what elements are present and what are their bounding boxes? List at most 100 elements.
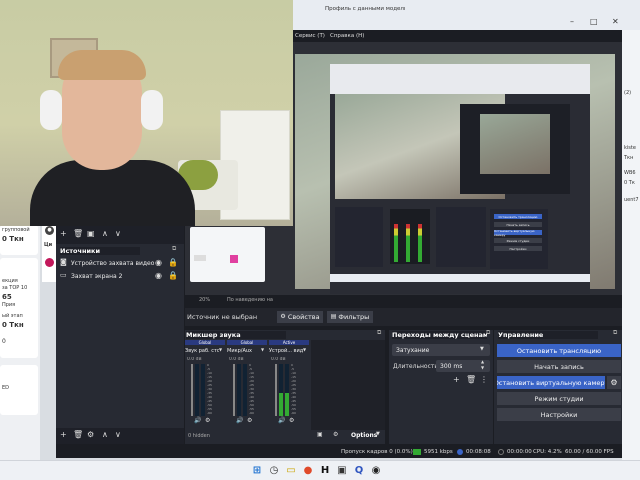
properties-button[interactable]: ⚙ Свойства bbox=[277, 311, 323, 323]
speaker-icon[interactable]: 🔊 bbox=[278, 418, 285, 424]
meter-track bbox=[201, 364, 205, 416]
no-source-label: Источник не выбран bbox=[187, 313, 258, 321]
eye-icon[interactable]: ◉ bbox=[155, 259, 162, 267]
dock-icon[interactable]: ⧉ bbox=[172, 246, 176, 252]
item-label: Ци bbox=[44, 242, 53, 248]
meter-level bbox=[279, 393, 283, 416]
duration-input[interactable]: 300 ms ▲ ▼ bbox=[436, 360, 490, 372]
menu-tools[interactable]: Сервис (Т) bbox=[295, 33, 325, 39]
chevron-down-icon: ▼ bbox=[480, 346, 484, 352]
transition-select[interactable]: Затухание ▼ bbox=[392, 344, 490, 356]
volume-slider[interactable] bbox=[233, 364, 235, 416]
up-icon[interactable]: ∧ bbox=[102, 431, 108, 439]
gear-icon[interactable]: ⚙ bbox=[247, 418, 252, 424]
down-icon[interactable]: ∨ bbox=[115, 431, 121, 439]
filters-button[interactable]: ▤ Фильтры bbox=[327, 311, 373, 323]
source-item[interactable]: ◙ Устройство захвата видео ◉ 🔒 bbox=[57, 257, 183, 270]
clock-icon[interactable]: ◷ bbox=[267, 464, 281, 478]
volume-slider[interactable] bbox=[275, 364, 277, 416]
trash-icon[interactable]: 🗑 bbox=[466, 376, 476, 384]
trash-icon[interactable]: 🗑 bbox=[73, 230, 83, 238]
source-item[interactable]: ▭ Захват экрана 2 ◉ 🔒 bbox=[57, 270, 183, 283]
list-item[interactable]: екция за TOP 10 65 Прия ый этап 0 Ткн 0 bbox=[0, 258, 38, 358]
volume-slider[interactable] bbox=[191, 364, 193, 416]
gear-icon[interactable]: ⚙ bbox=[205, 418, 210, 424]
more-icon[interactable]: ⋮ bbox=[480, 376, 488, 384]
channel-scope: Active bbox=[269, 340, 309, 345]
source-label: Устройство захвата видео bbox=[71, 260, 155, 267]
chevron-down-icon[interactable]: ▼ bbox=[261, 348, 264, 352]
transition-value: Затухание bbox=[396, 347, 430, 354]
trash-icon[interactable]: 🗑 bbox=[73, 431, 83, 439]
menu-help[interactable]: Справка (Н) bbox=[330, 33, 364, 39]
minimize-icon[interactable]: – bbox=[570, 18, 574, 26]
layout-icon[interactable]: ▣ bbox=[317, 432, 323, 438]
stream-icon bbox=[457, 449, 463, 455]
meter-track bbox=[243, 364, 247, 416]
gear-icon[interactable]: ⚙ bbox=[87, 431, 94, 439]
down-icon[interactable]: ∨ bbox=[115, 230, 121, 238]
nested-btn: Остановить виртуальную камеру bbox=[494, 229, 542, 237]
item-label: uent7 bbox=[624, 197, 639, 203]
nested-btn: Остановить трансляцию bbox=[494, 214, 542, 219]
stop-stream-button[interactable]: Остановить трансляцию bbox=[497, 344, 621, 357]
options-button[interactable]: Options bbox=[351, 432, 377, 439]
folder-icon[interactable]: ▭ bbox=[284, 464, 298, 478]
channel-name[interactable]: Микр/Aux bbox=[227, 348, 261, 354]
lock-icon[interactable]: 🔒 bbox=[168, 259, 178, 267]
browser-tab[interactable]: Профиль с данными модели Fr bbox=[325, 6, 405, 12]
meter-track bbox=[237, 364, 241, 416]
obs-icon[interactable]: ◉ bbox=[369, 464, 383, 478]
item-value: 0 Ткн bbox=[2, 321, 24, 329]
gear-icon[interactable]: ⚙ bbox=[289, 418, 294, 424]
windows-icon[interactable]: ⊞ bbox=[250, 464, 264, 478]
meter-track bbox=[195, 364, 199, 416]
yandex-icon[interactable]: ● bbox=[301, 464, 315, 478]
preview-mode[interactable]: По наведению на bbox=[227, 297, 273, 303]
add-icon[interactable]: + bbox=[453, 376, 460, 384]
spin-down-icon[interactable]: ▼ bbox=[481, 366, 484, 370]
channel-name[interactable]: Звук раб. стола bbox=[185, 348, 219, 354]
close-icon[interactable]: ✕ bbox=[612, 18, 619, 26]
add-icon[interactable]: + bbox=[60, 230, 67, 238]
zoom-level[interactable]: 20% bbox=[199, 297, 210, 303]
webcam-overlay bbox=[0, 0, 293, 226]
studio-mode-button[interactable]: Режим студии bbox=[497, 392, 621, 405]
meter-level bbox=[285, 393, 289, 416]
mixer-footer: 0 hidden ▣ ⚙ Options ▼ bbox=[185, 430, 385, 442]
app-icon[interactable]: ▣ bbox=[335, 464, 349, 478]
start-record-button[interactable]: Начать запись bbox=[497, 360, 621, 373]
headphone-left bbox=[40, 90, 62, 130]
spin-up-icon[interactable]: ▲ bbox=[481, 360, 484, 364]
maximize-icon[interactable]: □ bbox=[590, 18, 598, 26]
dock-icon[interactable]: ⧉ bbox=[377, 330, 381, 336]
speaker-icon[interactable]: 🔊 bbox=[236, 418, 243, 424]
chevron-down-icon[interactable]: ▼ bbox=[219, 348, 222, 352]
dock-icon[interactable]: ⧉ bbox=[613, 330, 617, 336]
duration-value: 300 ms bbox=[440, 363, 463, 370]
eye-icon[interactable]: ◉ bbox=[155, 272, 162, 280]
add-icon[interactable]: + bbox=[60, 431, 67, 439]
filter-icon[interactable]: ▣ bbox=[87, 230, 95, 238]
gear-icon[interactable]: ⚙ bbox=[333, 432, 338, 438]
chevron-down-icon[interactable]: ▼ bbox=[376, 432, 380, 437]
up-icon[interactable]: ∧ bbox=[102, 230, 108, 238]
settings-button[interactable]: Настройки bbox=[497, 408, 621, 421]
stop-virtualcam-button[interactable]: Остановить виртуальную камеру bbox=[497, 376, 605, 389]
channel-name[interactable]: Устрой... видео bbox=[269, 348, 303, 354]
channel-scope: Global bbox=[227, 340, 267, 345]
chevron-down-icon[interactable]: ▼ bbox=[303, 348, 306, 352]
mixer-empty bbox=[311, 340, 385, 430]
speaker-icon[interactable]: 🔊 bbox=[194, 418, 201, 424]
channel-db: 0.0 dB bbox=[187, 357, 202, 362]
q-icon[interactable]: Q bbox=[352, 464, 366, 478]
list-item[interactable]: ED bbox=[0, 365, 38, 415]
list-item[interactable]: групповой 0 Ткн bbox=[0, 225, 38, 255]
virtualcam-settings-button[interactable]: ⚙ bbox=[607, 376, 621, 389]
duration-label: Длительность bbox=[393, 363, 438, 370]
dropped-frames: Пропуск кадров 0 (0.0%) bbox=[341, 449, 413, 455]
dock-icon[interactable]: ⧉ bbox=[486, 330, 490, 336]
h-icon[interactable]: H bbox=[318, 464, 332, 478]
bitrate: 5951 kbps bbox=[424, 449, 453, 455]
lock-icon[interactable]: 🔒 bbox=[168, 272, 178, 280]
